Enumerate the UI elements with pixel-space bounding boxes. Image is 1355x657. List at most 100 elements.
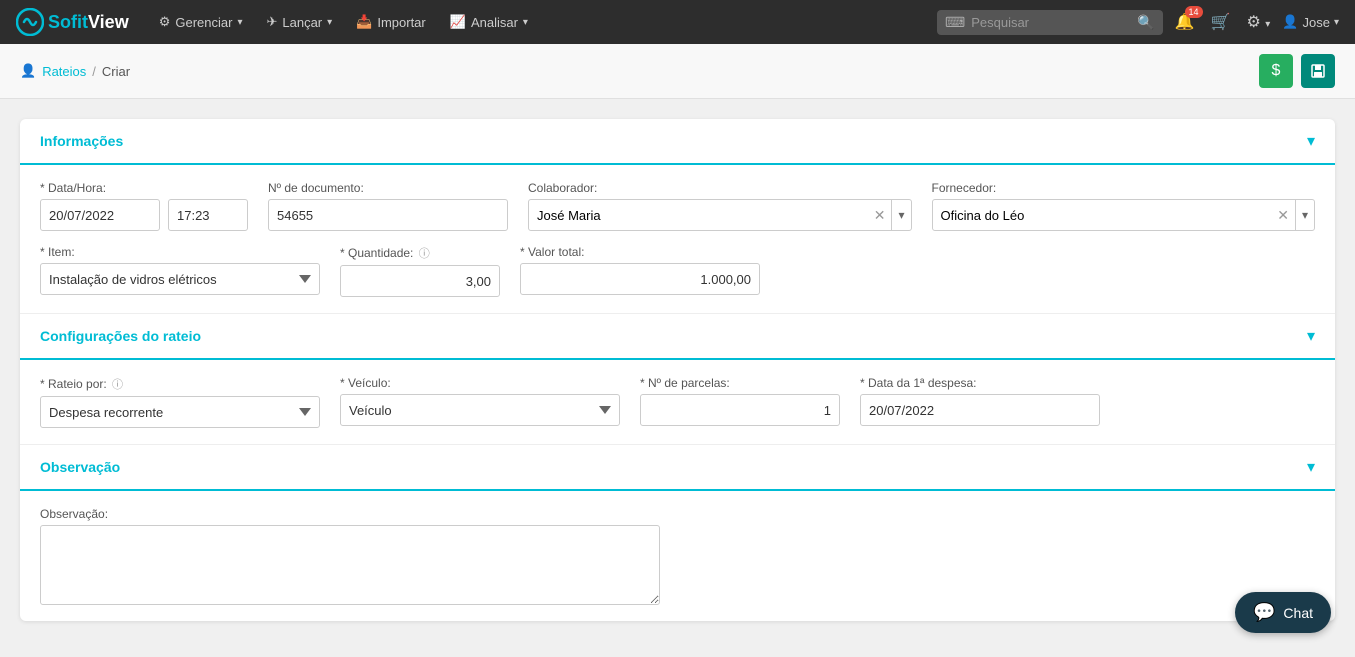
nav-menu: ⚙ Gerenciar ▾ ✈ Lançar ▾ 📥 Importar 📈 An…: [149, 8, 929, 36]
rateio-por-select[interactable]: Despesa recorrente: [40, 396, 320, 428]
configuracoes-section-header[interactable]: Configurações do rateio ▾: [20, 314, 1335, 360]
import-icon: 📥: [356, 14, 372, 30]
configuracoes-body: * Rateio por: ⓘ Despesa recorrente * Veí…: [20, 360, 1335, 445]
data-primeira-label: * Data da 1ª despesa:: [860, 376, 1100, 390]
form-card: Informações ▾ * Data/Hora: 20/07/2022 17…: [20, 119, 1335, 621]
fornecedor-select[interactable]: ✕ ▾: [932, 199, 1316, 231]
colaborador-input[interactable]: [529, 204, 868, 227]
search-input[interactable]: [971, 15, 1131, 30]
valor-total-group: * Valor total:: [520, 245, 760, 297]
chevron-down-icon: ▾: [327, 17, 332, 28]
app-logo[interactable]: SofitView: [16, 8, 129, 36]
chat-label: Chat: [1283, 605, 1313, 621]
keyboard-icon: ⌨: [945, 14, 965, 31]
breadcrumb-current: Criar: [102, 64, 130, 79]
chevron-down-icon: ▾: [237, 17, 242, 28]
settings-button[interactable]: ⚙ ▾: [1242, 8, 1274, 36]
chevron-down-icon: ▾: [523, 17, 528, 28]
nav-lancar[interactable]: ✈ Lançar ▾: [256, 8, 342, 36]
informacoes-title: Informações: [40, 133, 123, 149]
nro-documento-group: Nº de documento: 54655: [268, 181, 508, 231]
nro-documento-input[interactable]: 54655: [268, 199, 508, 231]
fornecedor-input[interactable]: [933, 204, 1272, 227]
breadcrumb-separator: /: [92, 64, 96, 79]
fornecedor-group: Fornecedor: ✕ ▾: [932, 181, 1316, 231]
quantidade-label: * Quantidade: ⓘ: [340, 245, 500, 261]
data-hora-group: * Data/Hora: 20/07/2022 17:23: [40, 181, 248, 231]
configuracoes-title: Configurações do rateio: [40, 328, 201, 344]
informacoes-row-2: * Item: Instalação de vidros elétricos *…: [40, 245, 1315, 297]
colaborador-select[interactable]: ✕ ▾: [528, 199, 912, 231]
dollar-button[interactable]: $: [1259, 54, 1293, 88]
observacao-collapse-icon: ▾: [1307, 457, 1315, 477]
chat-icon: 💬: [1253, 602, 1275, 623]
user-icon: 👤: [1282, 14, 1298, 30]
chat-button[interactable]: 💬 Chat: [1235, 592, 1331, 633]
user-menu-button[interactable]: 👤 Jose ▾: [1282, 14, 1339, 30]
veiculo-label: * Veículo:: [340, 376, 620, 390]
data-primeira-input[interactable]: [860, 394, 1100, 426]
breadcrumb-bar: 👤 Rateios / Criar $: [0, 44, 1355, 99]
valor-total-input[interactable]: [520, 263, 760, 295]
parcelas-group: * Nº de parcelas:: [640, 376, 840, 428]
launch-icon: ✈: [266, 14, 277, 30]
item-label: * Item:: [40, 245, 320, 259]
quantidade-group: * Quantidade: ⓘ: [340, 245, 500, 297]
observacao-body: Observação:: [20, 491, 1335, 621]
colaborador-clear-icon[interactable]: ✕: [868, 207, 892, 224]
fornecedor-label: Fornecedor:: [932, 181, 1316, 195]
rateio-info-icon: ⓘ: [112, 379, 123, 391]
valor-total-label: * Valor total:: [520, 245, 760, 259]
colaborador-group: Colaborador: ✕ ▾: [528, 181, 912, 231]
colaborador-label: Colaborador:: [528, 181, 912, 195]
fornecedor-clear-icon[interactable]: ✕: [1271, 207, 1295, 224]
quantidade-input[interactable]: [340, 265, 500, 297]
chevron-down-icon: ▾: [1334, 17, 1339, 28]
colaborador-dropdown-icon[interactable]: ▾: [891, 200, 910, 230]
observacao-title: Observação: [40, 459, 120, 475]
veiculo-select[interactable]: Veículo: [340, 394, 620, 426]
fornecedor-dropdown-icon[interactable]: ▾: [1295, 200, 1314, 230]
rateio-por-group: * Rateio por: ⓘ Despesa recorrente: [40, 376, 320, 428]
informacoes-row-1: * Data/Hora: 20/07/2022 17:23 Nº de docu…: [40, 181, 1315, 231]
breadcrumb-actions: $: [1259, 54, 1335, 88]
informacoes-body: * Data/Hora: 20/07/2022 17:23 Nº de docu…: [20, 165, 1335, 314]
chart-icon: 📈: [450, 14, 466, 30]
top-navigation: SofitView ⚙ Gerenciar ▾ ✈ Lançar ▾ 📥 Imp…: [0, 0, 1355, 44]
veiculo-group: * Veículo: Veículo: [340, 376, 620, 428]
info-icon: ⓘ: [419, 248, 430, 260]
rateio-por-label: * Rateio por: ⓘ: [40, 376, 320, 392]
breadcrumb: 👤 Rateios / Criar: [20, 63, 130, 79]
main-content: Informações ▾ * Data/Hora: 20/07/2022 17…: [0, 99, 1355, 641]
observacao-label: Observação:: [40, 507, 1315, 521]
gear-icon: ⚙: [159, 14, 171, 30]
breadcrumb-rateios-link[interactable]: Rateios: [42, 64, 86, 79]
notification-badge: 14: [1185, 6, 1203, 18]
nav-analisar[interactable]: 📈 Analisar ▾: [440, 8, 538, 36]
shopping-button[interactable]: 🛒: [1207, 8, 1235, 36]
informacoes-section-header[interactable]: Informações ▾: [20, 119, 1335, 165]
informacoes-collapse-icon: ▾: [1307, 131, 1315, 151]
breadcrumb-icon: 👤: [20, 63, 36, 79]
hora-input[interactable]: 17:23: [168, 199, 248, 231]
notification-button[interactable]: 🔔 14: [1171, 8, 1199, 36]
item-select[interactable]: Instalação de vidros elétricos: [40, 263, 320, 295]
data-primeira-group: * Data da 1ª despesa:: [860, 376, 1100, 428]
data-hora-label: * Data/Hora:: [40, 181, 248, 195]
nav-gerenciar[interactable]: ⚙ Gerenciar ▾: [149, 8, 253, 36]
nro-documento-label: Nº de documento:: [268, 181, 508, 195]
observacao-section-header[interactable]: Observação ▾: [20, 445, 1335, 491]
nav-importar[interactable]: 📥 Importar: [346, 8, 436, 36]
observacao-textarea[interactable]: [40, 525, 660, 605]
data-input[interactable]: 20/07/2022: [40, 199, 160, 231]
parcelas-input[interactable]: [640, 394, 840, 426]
configuracoes-row-1: * Rateio por: ⓘ Despesa recorrente * Veí…: [40, 376, 1315, 428]
search-box: ⌨ 🔍: [937, 10, 1163, 35]
item-group: * Item: Instalação de vidros elétricos: [40, 245, 320, 297]
parcelas-label: * Nº de parcelas:: [640, 376, 840, 390]
configuracoes-collapse-icon: ▾: [1307, 326, 1315, 346]
search-icon[interactable]: 🔍: [1137, 14, 1154, 31]
observacao-group: Observação:: [40, 507, 1315, 605]
save-button[interactable]: [1301, 54, 1335, 88]
nav-right: ⌨ 🔍 🔔 14 🛒 ⚙ ▾ 👤 Jose ▾: [937, 8, 1339, 36]
